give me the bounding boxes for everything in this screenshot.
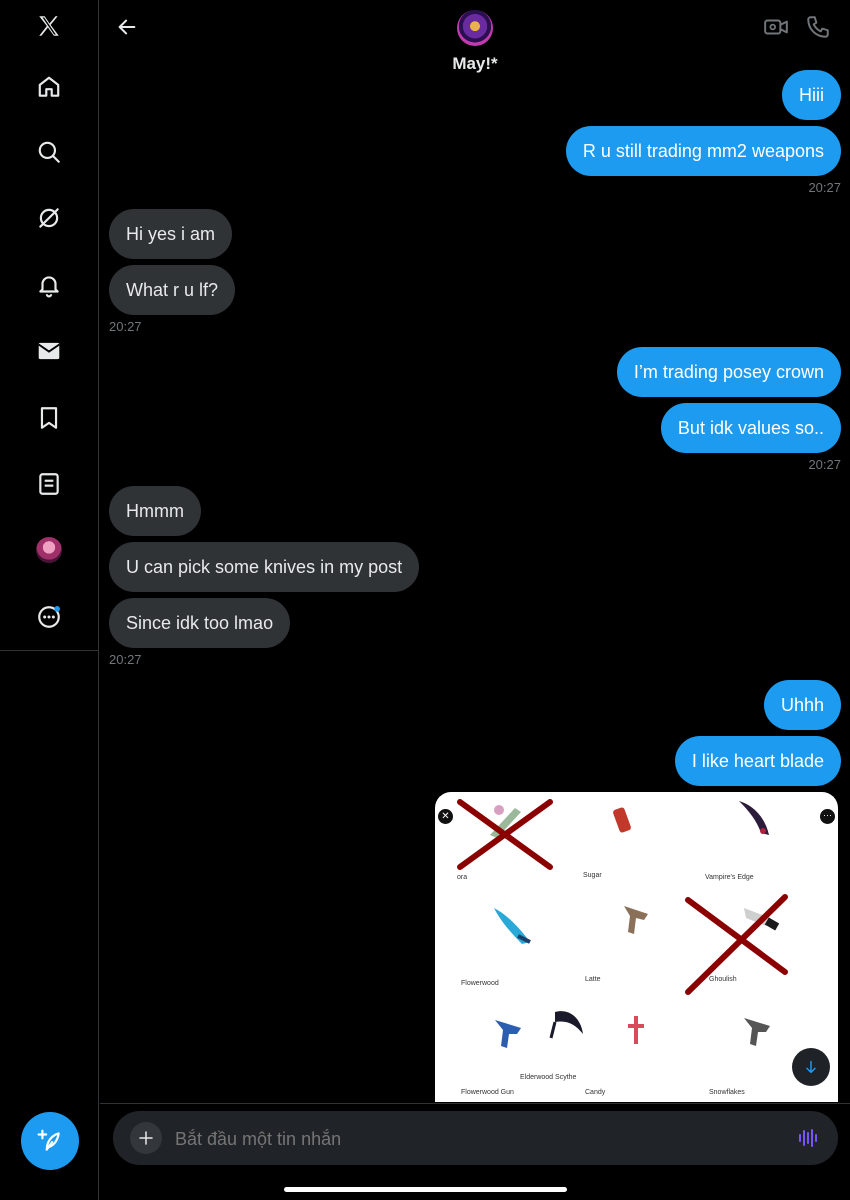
item-label: Candy — [585, 1089, 606, 1096]
message-sent[interactable]: But idk values so.. — [660, 403, 841, 453]
item-label: Snowflakes — [709, 1089, 745, 1096]
item-label: Flowerwood — [461, 980, 499, 987]
close-icon[interactable]: ✕ — [438, 809, 453, 824]
sidebar — [0, 0, 99, 1200]
more-icon[interactable] — [29, 597, 69, 637]
composer-divider — [100, 1103, 850, 1104]
weapon-image — [744, 1018, 770, 1046]
item-label: Latte — [585, 976, 601, 983]
arrow-down-icon — [806, 1060, 816, 1074]
home-indicator — [284, 1187, 567, 1192]
home-icon[interactable] — [29, 67, 69, 107]
voice-wave-icon[interactable] — [798, 1128, 820, 1148]
item-label: Flowerwood Gun — [461, 1089, 514, 1096]
bell-icon[interactable] — [29, 265, 69, 305]
cross-mark — [685, 894, 788, 995]
item-label: Vampire's Edge — [705, 874, 754, 881]
message-received[interactable]: Since idk too lmao — [109, 598, 291, 648]
contact-name[interactable]: May!* — [100, 54, 850, 74]
message-input[interactable] — [173, 1111, 777, 1167]
message-timestamp: 20:27 — [808, 180, 841, 195]
mail-icon[interactable] — [29, 331, 69, 371]
sidebar-divider — [0, 650, 99, 651]
profile-avatar-icon[interactable] — [29, 530, 69, 570]
avatar — [36, 537, 62, 563]
weapon-image — [494, 908, 531, 944]
video-call-icon[interactable] — [763, 14, 789, 40]
weapon-image — [613, 807, 631, 833]
message-received[interactable]: U can pick some knives in my post — [109, 542, 420, 592]
plus-icon — [139, 1131, 153, 1145]
message-received[interactable]: Hi yes i am — [109, 209, 233, 259]
bookmark-icon[interactable] — [29, 398, 69, 438]
grok-icon[interactable] — [29, 198, 69, 238]
compose-button[interactable] — [21, 1112, 79, 1170]
back-button[interactable] — [112, 12, 142, 42]
message-sent[interactable]: R u still trading mm2 weapons — [565, 126, 841, 176]
more-icon[interactable]: ··· — [820, 809, 835, 824]
message-timestamp: 20:27 — [808, 457, 841, 472]
feather-plus-icon — [37, 1129, 60, 1151]
item-label: ora — [457, 874, 468, 881]
message-received[interactable]: What r u lf? — [109, 265, 236, 315]
weapon-image — [628, 1016, 644, 1044]
search-icon[interactable] — [29, 132, 69, 172]
phone-icon[interactable] — [805, 14, 831, 40]
message-composer — [113, 1111, 838, 1167]
item-label: Ghoulish — [709, 976, 737, 983]
weapon-image — [624, 906, 648, 934]
x-logo-icon[interactable] — [29, 6, 69, 46]
conversation-panel: May!* Hiii R u still trading mm2 weapons… — [100, 0, 850, 1200]
message-sent[interactable]: I’m trading posey crown — [616, 347, 841, 397]
cross-mark — [457, 799, 553, 870]
message-received[interactable]: Hmmm — [109, 486, 201, 536]
scroll-to-bottom-button[interactable] — [792, 1048, 830, 1086]
message-timestamp: 20:27 — [109, 319, 142, 334]
item-label: Sugar — [583, 872, 602, 879]
message-sent[interactable]: I like heart blade — [674, 736, 841, 786]
contact-avatar[interactable] — [457, 10, 493, 46]
shared-image[interactable]: ✕ ··· ora Sugar Vampire's Edge Flowerwoo… — [435, 792, 838, 1102]
add-media-button[interactable] — [130, 1122, 162, 1154]
weapon-image — [549, 1011, 583, 1039]
lists-icon[interactable] — [29, 464, 69, 504]
item-label: Elderwood Scythe — [520, 1074, 577, 1081]
back-arrow-icon — [118, 19, 136, 35]
message-sent[interactable]: Uhhh — [763, 680, 841, 730]
message-timestamp: 20:27 — [109, 652, 142, 667]
weapon-image — [739, 801, 769, 835]
message-sent[interactable]: Hiii — [782, 70, 841, 120]
weapon-image — [495, 1020, 521, 1048]
